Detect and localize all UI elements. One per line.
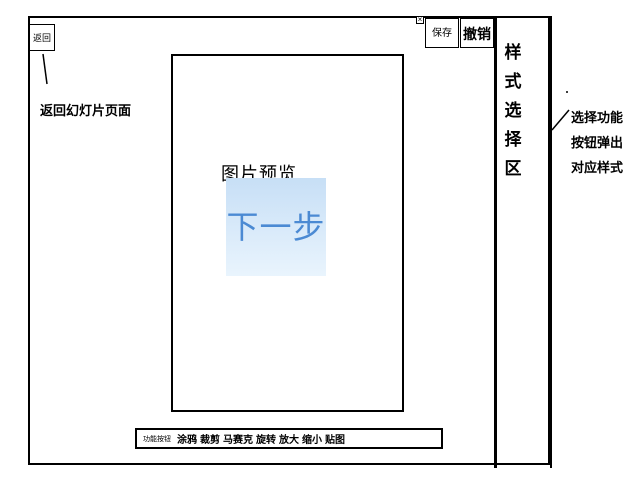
callout-line-style [551, 109, 570, 131]
next-step-button[interactable]: 下一步 [226, 178, 326, 276]
toolbar-label: 功能按钮 [143, 435, 171, 443]
tool-rotate-button[interactable]: 旋转 [256, 431, 276, 446]
function-toolbar: 功能按钮 涂鸦 裁剪 马赛克 旋转 放大 缩小 贴图 [135, 428, 443, 449]
close-icon[interactable]: × [416, 16, 424, 24]
undo-button[interactable]: 撤销 [460, 18, 494, 48]
save-button[interactable]: 保存 [425, 18, 459, 48]
back-button[interactable]: 返回 [29, 24, 55, 51]
tool-zoom-out-button[interactable]: 缩小 [302, 431, 322, 446]
annotation-dot [566, 91, 568, 93]
tool-mosaic-button[interactable]: 马赛克 [223, 431, 253, 446]
annotation-back: 返回幻灯片页面 [40, 103, 132, 118]
tool-sticker-button[interactable]: 贴图 [325, 431, 345, 446]
tool-zoom-in-button[interactable]: 放大 [279, 431, 299, 446]
style-panel-title: 样式选择区 [504, 43, 522, 178]
annotation-style: 选择功能按钮弹出对应样式 [571, 110, 624, 175]
tool-doodle-button[interactable]: 涂鸦 [177, 431, 197, 446]
tool-crop-button[interactable]: 裁剪 [200, 431, 220, 446]
